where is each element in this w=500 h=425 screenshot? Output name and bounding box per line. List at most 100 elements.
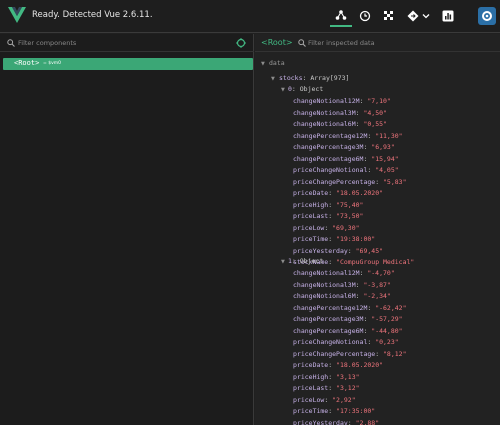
property-row[interactable]: priceChangeNotional: "0,23" bbox=[293, 338, 399, 346]
property-value: "-44,80" bbox=[371, 326, 403, 335]
inspector-filter-bar: <Root> bbox=[255, 34, 500, 52]
property-value: "-3,87" bbox=[363, 280, 391, 289]
property-row[interactable]: changeNotional3M: "4,50" bbox=[293, 109, 387, 117]
vm-ref-badge: = $vm0 bbox=[43, 61, 61, 66]
property-value: "CompuGroup Medical" bbox=[336, 258, 415, 266]
property-value: "8,12" bbox=[383, 349, 407, 358]
property-key: priceYesterday bbox=[293, 246, 348, 255]
events-icon bbox=[407, 10, 430, 22]
history-tab[interactable] bbox=[354, 5, 376, 27]
property-row[interactable]: changePercentage6M: "15,94" bbox=[293, 155, 399, 163]
property-key: changeNotional6M bbox=[293, 120, 356, 128]
property-value: "4,50" bbox=[363, 108, 387, 117]
property-key: priceYesterday bbox=[293, 418, 348, 425]
property-row[interactable]: changePercentage3M: "6,93" bbox=[293, 143, 395, 151]
property-key: changeNotional6M bbox=[293, 292, 356, 300]
search-icon bbox=[7, 39, 15, 47]
inspector-pane: <Root> ▼ data ▼ stocks: Array[973] ▼ 0: … bbox=[255, 34, 500, 425]
property-value: "-57,29" bbox=[371, 315, 403, 323]
property-row[interactable]: priceLow: "2,92" bbox=[293, 396, 356, 404]
property-key: changeNotional12M bbox=[293, 97, 360, 105]
property-row[interactable]: priceHigh: "75,40" bbox=[293, 201, 363, 209]
property-key: changeNotional12M bbox=[293, 269, 360, 277]
collapse-arrow-icon[interactable]: ▼ bbox=[281, 87, 285, 93]
performance-tab[interactable] bbox=[437, 5, 459, 27]
components-pane: <Root> = $vm0 bbox=[0, 34, 254, 425]
inspected-data-filter-input[interactable] bbox=[308, 37, 488, 49]
property-key: priceTime bbox=[293, 235, 329, 243]
component-filter-bar bbox=[0, 34, 254, 52]
property-row[interactable]: priceDate: "18.05.2020" bbox=[293, 361, 383, 369]
collapse-arrow-icon[interactable]: ▼ bbox=[281, 259, 285, 265]
property-key: changeNotional3M bbox=[293, 108, 356, 117]
property-key: changeNotional3M bbox=[293, 280, 356, 289]
property-value: "69,30" bbox=[332, 223, 360, 232]
property-row[interactable]: changeNotional3M: "-3,87" bbox=[293, 281, 391, 289]
property-row[interactable]: changeNotional6M: "0,55" bbox=[293, 120, 387, 128]
vuex-icon bbox=[384, 11, 393, 20]
inspected-component-title: <Root> bbox=[261, 38, 293, 47]
property-value: "15,94" bbox=[371, 154, 399, 163]
section-label-data[interactable]: data bbox=[269, 59, 285, 67]
search-icon bbox=[298, 39, 306, 47]
components-tab[interactable] bbox=[330, 5, 352, 27]
property-row[interactable]: priceYesterday: "69,45" bbox=[293, 247, 383, 255]
property-row[interactable]: priceTime: "17:35:00" bbox=[293, 407, 375, 415]
collapse-arrow-icon[interactable]: ▼ bbox=[261, 61, 265, 67]
property-value: "-4,70" bbox=[367, 269, 395, 277]
property-key: changePercentage3M bbox=[293, 315, 364, 323]
property-key: changePercentage6M bbox=[293, 154, 364, 163]
property-key: priceChangeNotional bbox=[293, 166, 368, 174]
settings-icon bbox=[478, 7, 496, 25]
property-value: "17:35:00" bbox=[336, 407, 376, 415]
property-value: "5,83" bbox=[383, 177, 407, 186]
object-row-0[interactable]: 0: Object bbox=[288, 85, 323, 93]
property-row[interactable]: changePercentage3M: "-57,29" bbox=[293, 315, 403, 323]
property-key: priceChangePercentage bbox=[293, 349, 376, 358]
toolbar: Ready. Detected Vue 2.6.11. bbox=[0, 0, 500, 33]
property-row[interactable]: changeNotional12M: "-4,70" bbox=[293, 269, 395, 277]
collapse-arrow-icon[interactable]: ▼ bbox=[271, 76, 275, 82]
property-row[interactable]: priceChangeNotional: "4,05" bbox=[293, 166, 399, 174]
property-value: "0,55" bbox=[363, 120, 387, 128]
property-row[interactable]: priceYesterday: "2,88" bbox=[293, 419, 379, 425]
property-row[interactable]: priceChangePercentage: "8,12" bbox=[293, 350, 407, 358]
property-value: "0,23" bbox=[375, 338, 399, 346]
property-key: priceDate bbox=[293, 189, 329, 197]
property-key: priceChangeNotional bbox=[293, 338, 368, 346]
property-row[interactable]: changeNotional12M: "7,10" bbox=[293, 97, 391, 105]
property-row[interactable]: priceHigh: "3,13" bbox=[293, 373, 360, 381]
property-key: priceHigh bbox=[293, 200, 329, 209]
property-key: priceTime bbox=[293, 407, 329, 415]
tree-item-root[interactable]: <Root> = $vm0 bbox=[3, 58, 253, 70]
property-row[interactable]: priceLast: "73,50" bbox=[293, 212, 363, 220]
property-row[interactable]: changePercentage6M: "-44,80" bbox=[293, 327, 403, 335]
property-value: "4,05" bbox=[375, 166, 399, 174]
select-component-icon[interactable] bbox=[236, 38, 246, 48]
property-row[interactable]: changeNotional6M: "-2,34" bbox=[293, 292, 391, 300]
object-row-1[interactable]: 1: Object bbox=[288, 257, 323, 265]
property-value: "18.05.2020" bbox=[336, 361, 384, 369]
property-value: "73,50" bbox=[336, 212, 364, 220]
stocks-array-row[interactable]: stocks: Array[973] bbox=[279, 74, 349, 82]
property-key: priceLow bbox=[293, 223, 325, 232]
events-tab[interactable] bbox=[404, 5, 434, 27]
property-key: priceLow bbox=[293, 395, 325, 404]
component-filter-input[interactable] bbox=[18, 37, 218, 49]
property-row[interactable]: priceTime: "19:38:00" bbox=[293, 235, 375, 243]
property-row[interactable]: changePercentage12M: "-62,42" bbox=[293, 304, 407, 312]
property-key: changePercentage12M bbox=[293, 303, 368, 312]
vuex-tab[interactable] bbox=[378, 5, 400, 27]
settings-button[interactable] bbox=[477, 6, 497, 26]
property-value: "7,10" bbox=[367, 97, 391, 105]
property-value: "2,92" bbox=[332, 395, 356, 404]
property-value: "19:38:00" bbox=[336, 235, 376, 243]
property-row[interactable]: priceLast: "3,12" bbox=[293, 384, 360, 392]
property-row[interactable]: priceChangePercentage: "5,83" bbox=[293, 178, 407, 186]
property-row[interactable]: changePercentage12M: "11,30" bbox=[293, 132, 403, 140]
property-value: "11,30" bbox=[375, 131, 403, 140]
property-row[interactable]: priceDate: "18.05.2020" bbox=[293, 189, 383, 197]
property-key: changePercentage6M bbox=[293, 326, 364, 335]
property-row[interactable]: priceLow: "69,30" bbox=[293, 224, 360, 232]
tree-item-tag: <Root> bbox=[14, 59, 40, 67]
